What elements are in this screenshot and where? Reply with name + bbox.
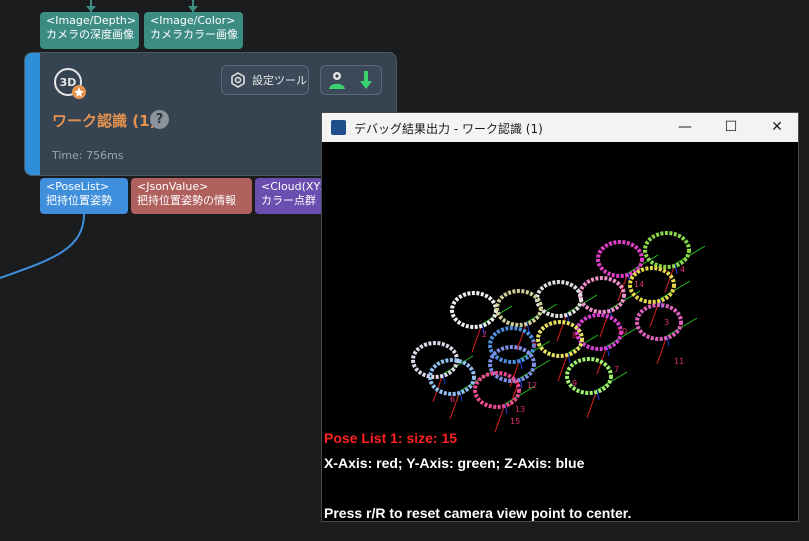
pose-label: 13 [515,405,525,414]
settings-tool-label: 設定ツール [252,74,307,87]
output-port-label: カラー点群 [261,194,316,207]
maximize-button[interactable]: ☐ [708,113,754,142]
pose-label: 11 [674,357,684,366]
output-port-json[interactable]: <JsonValue> 把持位置姿勢の情報 [131,178,252,214]
download-arrow-icon [360,71,372,89]
pose-list-text: Pose List 1: size: 15 [324,430,458,446]
workpiece-ring [535,280,583,318]
output-port-label: 把持位置姿勢の情報 [137,194,236,207]
input-port-type: <Image/Color> [150,14,236,27]
node-time: Time: 756ms [52,149,124,162]
input-port-depth[interactable]: <Image/Depth> カメラの深度画像 [40,12,139,49]
pose-label: 8 [572,331,577,340]
axis-legend-text: X-Axis: red; Y-Axis: green; Z-Axis: blue [324,455,585,471]
pose-label: 12 [527,381,537,390]
pose-label: 14 [634,280,644,289]
node-accent-bar [25,53,40,175]
help-icon[interactable]: ? [150,110,169,129]
output-port-poselist[interactable]: <PoseList> 把持位置姿勢 [40,178,128,214]
workpiece-ring [578,276,626,314]
eye-person-icon [329,72,345,89]
workpiece-ring [450,291,498,329]
output-port-cloud[interactable]: <Cloud(XYZ- カラー点群 [255,178,325,214]
debug-output-window[interactable]: デバッグ結果出力 - ワーク認識 (1) — ☐ ✕ 4 14 2 3 10 8 5 11 7 1… [321,112,799,522]
pose-label: 10 [617,327,627,336]
pose-label: 2 [482,330,487,339]
pose-labels: 4 14 2 3 10 8 5 11 7 12 9 13 6 15 [450,265,685,426]
output-port-type: <JsonValue> [137,180,209,193]
pose-label: 3 [664,318,669,327]
3d-step-icon: 3D [54,68,86,99]
node-title: ワーク認識 (1) [52,112,157,130]
output-port-type: <PoseList> [46,180,110,193]
workpiece-ring [488,326,536,364]
window-titlebar[interactable]: デバッグ結果出力 - ワーク認識 (1) — ☐ ✕ [322,113,798,142]
workpiece-ring [488,345,536,383]
input-port-label: カメラの深度画像 [46,28,134,41]
pose-label: 15 [510,417,520,426]
point-cloud-viewport[interactable]: 4 14 2 3 10 8 5 11 7 12 9 13 6 15 [322,142,798,432]
output-port-label: 把持位置姿勢 [46,194,112,207]
window-title: デバッグ結果出力 - ワーク認識 (1) [354,122,543,136]
close-button[interactable]: ✕ [754,113,800,142]
input-port-type: <Image/Depth> [46,14,137,27]
input-port-color[interactable]: <Image/Color> カメラカラー画像 [144,12,243,49]
settings-tool-button[interactable]: 設定ツール [221,65,309,95]
minimize-button[interactable]: — [662,113,708,142]
app-icon [331,120,346,135]
pose-label: 4 [680,265,685,274]
visualize-output-button[interactable] [320,65,382,95]
pose-label: 9 [572,379,577,388]
workpiece-ring [635,303,683,341]
workpiece-ring [643,231,691,269]
workpiece-ring [495,289,543,327]
pose-label: 6 [450,395,455,404]
output-port-type: <Cloud(XYZ- [261,180,325,193]
reset-hint-text: Press r/R to reset camera view point to … [324,505,632,521]
input-port-label: カメラカラー画像 [150,28,238,41]
workpiece-ring [596,240,644,278]
pose-label: 5 [532,340,537,349]
gear-icon [231,72,245,88]
svg-text:3D: 3D [60,76,77,89]
workpiece-ring [575,313,623,351]
workpiece-rings [411,231,691,409]
pose-label: 7 [614,365,619,374]
